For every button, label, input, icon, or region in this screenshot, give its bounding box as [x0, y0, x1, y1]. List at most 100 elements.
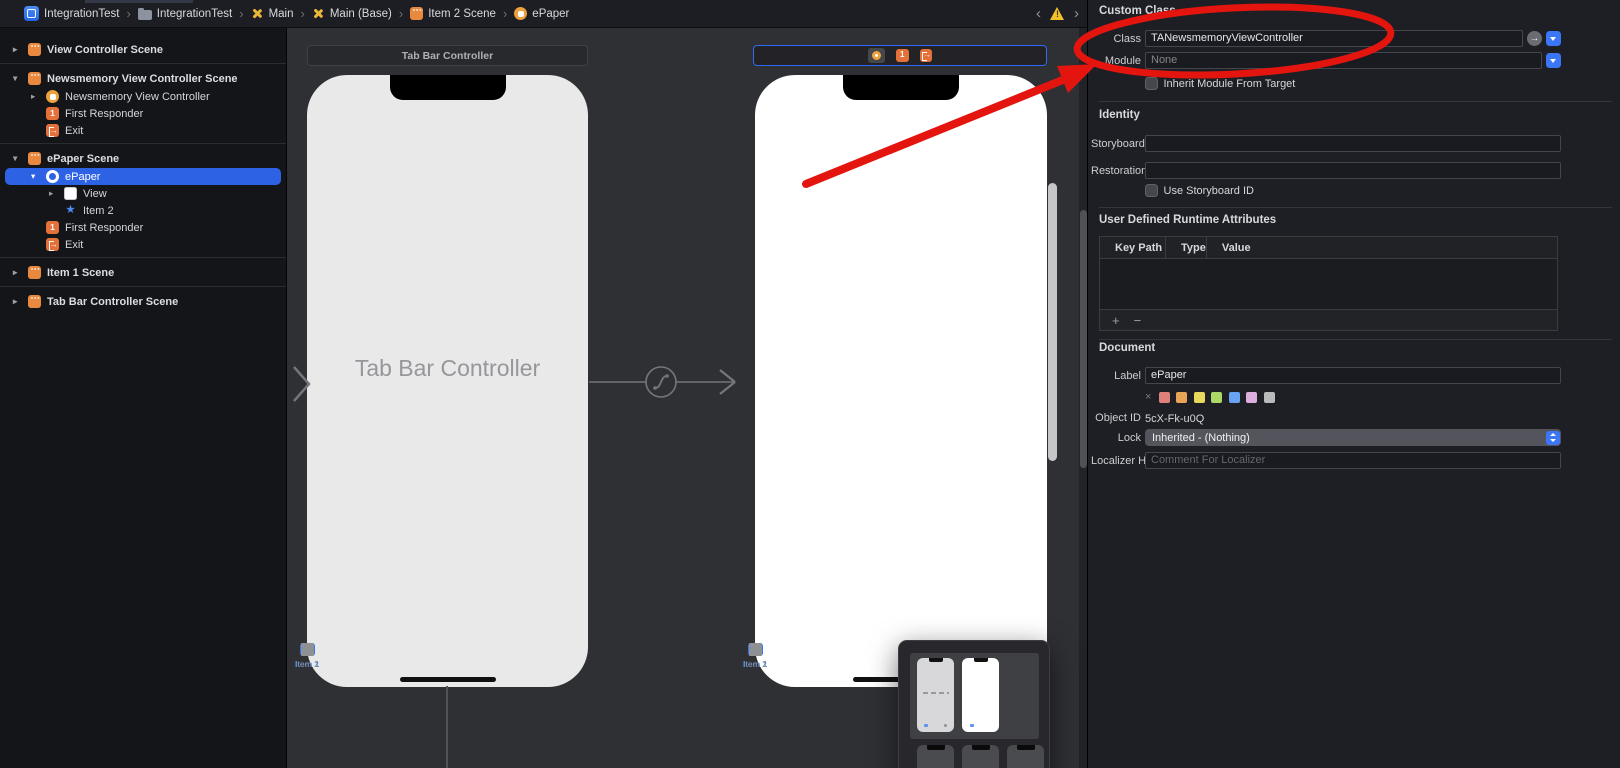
forward-arrow-button[interactable]: › — [1074, 0, 1079, 28]
warning-icon[interactable]: ! — [1049, 7, 1066, 21]
outline-row[interactable]: Exit — [0, 122, 286, 139]
epaper-scene[interactable]: Item 1 Item 2 — [755, 75, 1047, 687]
localizer-hint-field[interactable]: Comment For Localizer — [1145, 452, 1561, 469]
outline-row[interactable]: ▸ Tab Bar Controller Scene — [0, 291, 286, 311]
relationship-segue[interactable] — [585, 362, 753, 404]
breadcrumb-separator: › — [239, 6, 243, 21]
class-label: Class — [1091, 33, 1141, 45]
first-responder-icon[interactable] — [896, 49, 909, 62]
scene-header-epaper-selected[interactable] — [753, 45, 1047, 66]
color-swatch[interactable] — [1176, 392, 1187, 403]
lock-popup-button[interactable]: Inherited - (Nothing) — [1145, 429, 1561, 446]
inherit-module-checkbox[interactable] — [1145, 77, 1158, 90]
color-swatch[interactable] — [1229, 392, 1240, 403]
outline-row[interactable]: ▾ Newsmemory View Controller Scene — [0, 68, 286, 88]
breadcrumb-item[interactable]: › IntegrationTest — [119, 6, 232, 21]
back-arrow-button[interactable]: ‹ — [1036, 0, 1041, 28]
outline-row[interactable]: Item 2 — [0, 202, 286, 219]
breadcrumb-icon — [251, 7, 264, 20]
outline-item-icon — [46, 238, 59, 251]
tab-item-label: Item 2 — [743, 659, 767, 669]
disclosure-chevron-icon[interactable]: ▸ — [13, 267, 28, 278]
canvas-vertical-scrollbar[interactable] — [1048, 183, 1057, 461]
minimap-scene-thumbnail — [917, 745, 954, 768]
breadcrumb-item[interactable]: IntegrationTest — [10, 6, 119, 21]
breadcrumb-item[interactable]: › ePaper — [496, 6, 569, 21]
outline-row[interactable]: Exit — [0, 236, 286, 253]
outline-row[interactable]: ▾ ePaper — [5, 168, 281, 185]
outline-row[interactable]: ▸ View — [0, 185, 286, 202]
lock-label: Lock — [1091, 432, 1141, 444]
breadcrumb-label: Main — [269, 8, 294, 20]
outline-item-icon — [28, 43, 41, 56]
document-label-field[interactable]: ePaper — [1145, 367, 1561, 384]
clear-color-button[interactable]: × — [1145, 392, 1151, 403]
add-attribute-button[interactable]: + — [1112, 313, 1120, 328]
disclosure-chevron-icon[interactable]: ▸ — [31, 91, 46, 102]
breadcrumb-item[interactable]: › Item 2 Scene — [392, 6, 496, 21]
breadcrumb-separator: › — [126, 6, 130, 21]
use-storyboard-id-checkbox[interactable] — [1145, 184, 1158, 197]
object-id-label: Object ID — [1091, 412, 1141, 424]
outline-item-icon — [28, 295, 41, 308]
canvas-minimap[interactable] — [898, 640, 1050, 768]
object-id-value: 5cX-Fk-u0Q — [1145, 412, 1204, 425]
jump-to-class-button[interactable]: → — [1527, 31, 1542, 46]
disclosure-chevron-icon[interactable]: ▸ — [13, 296, 28, 307]
outline-item-icon — [28, 152, 41, 165]
use-storyboard-id-row: Use Storyboard ID — [1145, 184, 1620, 197]
breadcrumb-icon — [138, 10, 152, 20]
color-swatch[interactable] — [1159, 392, 1170, 403]
color-swatch[interactable] — [1194, 392, 1205, 403]
table-column-header: Key Path — [1100, 237, 1166, 258]
color-swatch[interactable] — [1246, 392, 1257, 403]
disclosure-chevron-icon[interactable]: ▸ — [49, 188, 64, 199]
disclosure-chevron-icon[interactable]: ▸ — [13, 44, 28, 55]
section-header-document: Document — [1099, 342, 1620, 356]
outline-item-label: Item 1 Scene — [47, 266, 114, 279]
outline-row[interactable]: ▸ Newsmemory View Controller — [0, 88, 286, 105]
outline-row[interactable]: ▸ Item 1 Scene — [0, 262, 286, 282]
outline-item-label: Tab Bar Controller Scene — [47, 295, 178, 308]
outline-row[interactable]: ▸ View Controller Scene — [0, 39, 286, 59]
breadcrumb-icon — [312, 7, 325, 20]
outline-item-icon — [46, 221, 59, 234]
storyboard-id-row: Storyboard ID — [1091, 135, 1561, 152]
view-controller-icon[interactable] — [868, 48, 885, 63]
outline-row[interactable]: ▾ ePaper Scene — [0, 148, 286, 168]
breadcrumb-item[interactable]: › Main (Base) — [294, 6, 392, 21]
class-field[interactable]: TANewsmemoryViewController — [1145, 30, 1523, 47]
restoration-id-label: Restoration ID — [1091, 165, 1141, 177]
module-field[interactable]: None — [1145, 52, 1542, 69]
breadcrumb-separator: › — [503, 6, 507, 21]
restoration-id-field[interactable] — [1145, 162, 1561, 179]
minimap-scene-thumbnail — [962, 658, 999, 732]
storyboard-canvas[interactable]: Tab Bar Controller Tab Bar Controller It… — [287, 28, 1087, 768]
outline-row[interactable]: First Responder — [0, 219, 286, 236]
tab-bar-item[interactable]: Item 2 — [720, 643, 790, 669]
outline-item-label: ePaper — [65, 170, 100, 183]
scene-header-tab-bar-controller[interactable]: Tab Bar Controller — [307, 45, 588, 66]
disclosure-chevron-icon[interactable]: ▾ — [31, 171, 46, 182]
disclosure-chevron-icon[interactable]: ▾ — [13, 73, 28, 84]
color-swatch[interactable] — [1264, 392, 1275, 403]
runtime-attributes-table-body[interactable] — [1100, 259, 1557, 309]
inherit-module-checkbox-label: Inherit Module From Target — [1164, 77, 1296, 90]
module-dropdown-button[interactable] — [1546, 53, 1561, 68]
class-dropdown-button[interactable] — [1546, 31, 1561, 46]
remove-attribute-button[interactable]: − — [1134, 313, 1142, 328]
inspector-scrollbar-thumb[interactable] — [1080, 210, 1087, 468]
breadcrumb-item[interactable]: › Main — [232, 6, 293, 21]
storyboard-id-field[interactable] — [1145, 135, 1561, 152]
color-swatch[interactable] — [1211, 392, 1222, 403]
section-divider — [1099, 101, 1612, 102]
breadcrumb-icon — [24, 6, 39, 21]
tab-bar-item[interactable]: Item 2 — [287, 643, 342, 669]
outline-item-label: Newsmemory View Controller — [65, 90, 210, 103]
disclosure-chevron-icon[interactable]: ▾ — [13, 153, 28, 164]
exit-icon[interactable] — [920, 49, 933, 62]
tab-bar-controller-scene[interactable]: Tab Bar Controller Item 1 Item 2 — [307, 75, 588, 687]
outline-row[interactable]: First Responder — [0, 105, 286, 122]
inherit-module-row: Inherit Module From Target — [1145, 77, 1620, 90]
localizer-hint-label: Localizer Hint — [1091, 455, 1141, 467]
